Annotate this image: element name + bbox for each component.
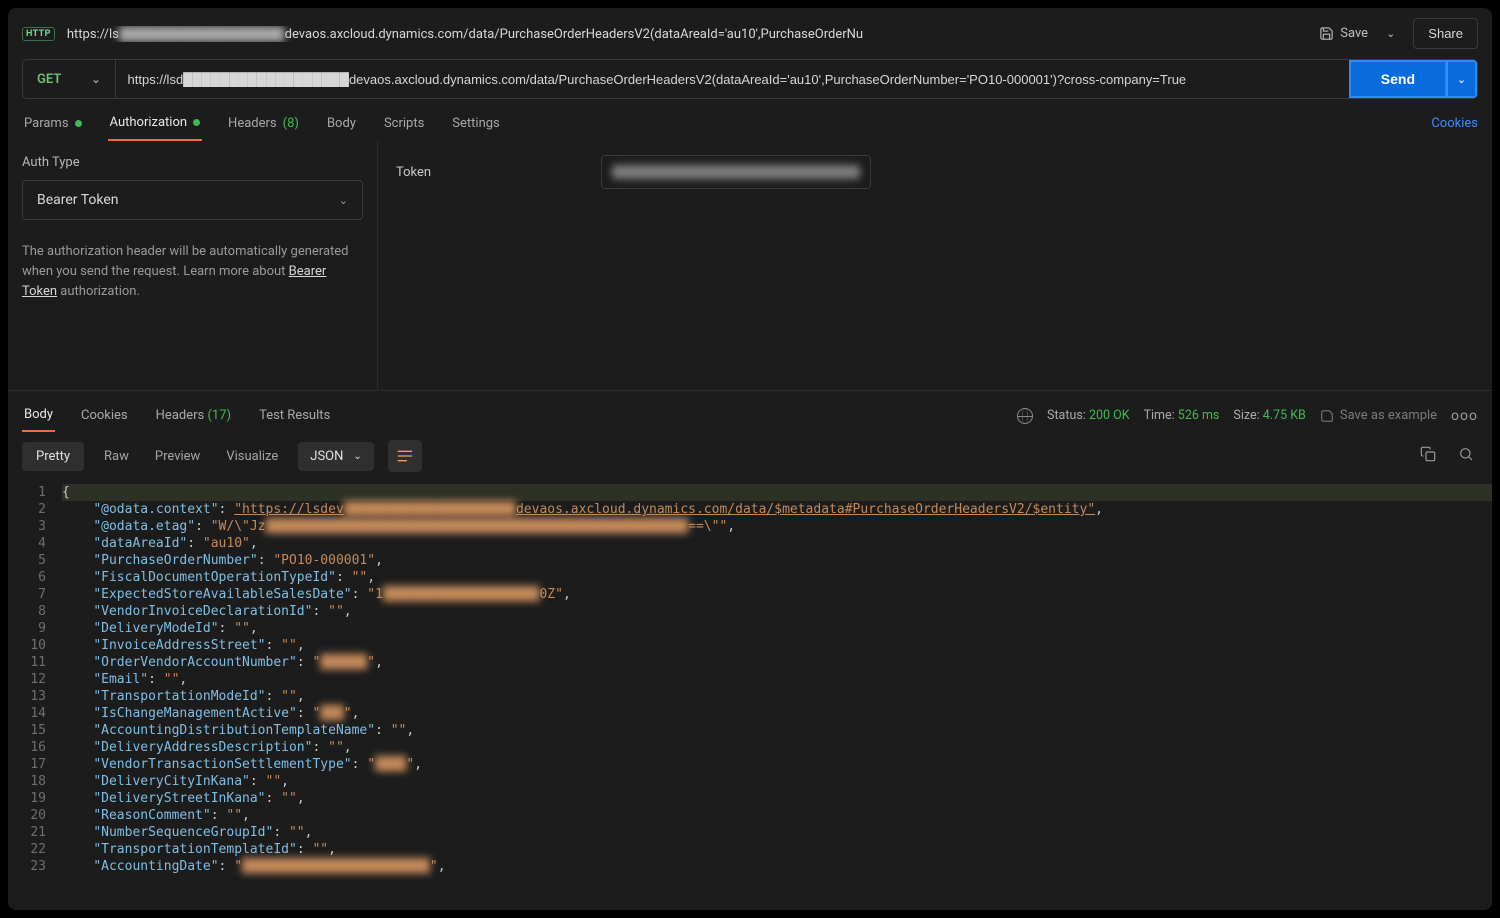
chevron-down-icon: ⌄ [339,194,348,207]
tab-request-headers[interactable]: Headers (8) [226,106,301,140]
view-visualize[interactable]: Visualize [220,442,284,471]
tab-response-body[interactable]: Body [22,399,55,432]
copy-icon[interactable] [1416,442,1440,470]
view-raw[interactable]: Raw [98,442,135,471]
tab-test-results[interactable]: Test Results [257,400,332,431]
tab-request-body[interactable]: Body [325,106,358,140]
tab-response-cookies[interactable]: Cookies [79,400,130,431]
http-badge: HTTP [22,27,55,41]
response-meta: Status: 200 OK Time: 526 ms Size: 4.75 K… [1017,408,1478,424]
tab-authorization[interactable]: Authorization [108,105,203,141]
view-pretty[interactable]: Pretty [22,442,84,471]
tab-title: https://ls██████████████████devaos.axclo… [67,26,1307,42]
search-icon[interactable] [1454,442,1478,470]
more-icon[interactable]: ooo [1451,408,1478,424]
share-button[interactable]: Share [1413,18,1478,49]
tab-response-headers[interactable]: Headers (17) [154,400,233,431]
view-preview[interactable]: Preview [149,442,206,471]
token-input[interactable] [601,155,871,189]
auth-type-label: Auth Type [22,155,363,170]
save-as-example-button[interactable]: Save as example [1320,408,1437,423]
save-icon [1320,409,1334,423]
save-icon [1319,26,1334,41]
auth-help-text: The authorization header will be automat… [22,242,363,302]
wrap-lines-button[interactable] [388,440,422,472]
token-label: Token [396,165,431,180]
response-body-code[interactable]: { "@odata.context": "https://lsdev██████… [56,480,1492,910]
chevron-down-icon: ⌄ [353,451,361,462]
format-select[interactable]: JSON⌄ [298,442,374,471]
tab-scripts[interactable]: Scripts [382,106,426,140]
chevron-down-icon: ⌄ [91,73,100,86]
url-input[interactable] [116,60,1349,98]
cookies-link[interactable]: Cookies [1431,116,1478,131]
tab-params[interactable]: Params [22,106,84,140]
save-button[interactable]: Save [1319,26,1368,41]
dot-indicator [75,120,82,127]
token-value-masked [612,165,860,179]
tab-settings[interactable]: Settings [450,106,501,140]
send-dropdown[interactable]: ⌄ [1447,60,1477,98]
globe-icon[interactable] [1017,408,1033,424]
dot-indicator [193,119,200,126]
save-dropdown[interactable]: ⌄ [1380,27,1401,40]
auth-type-select[interactable]: Bearer Token⌄ [22,180,363,220]
http-method-select[interactable]: GET⌄ [23,60,116,98]
send-button[interactable]: Send [1349,60,1447,98]
line-gutter: 1234567891011121314151617181920212223 [8,480,56,910]
